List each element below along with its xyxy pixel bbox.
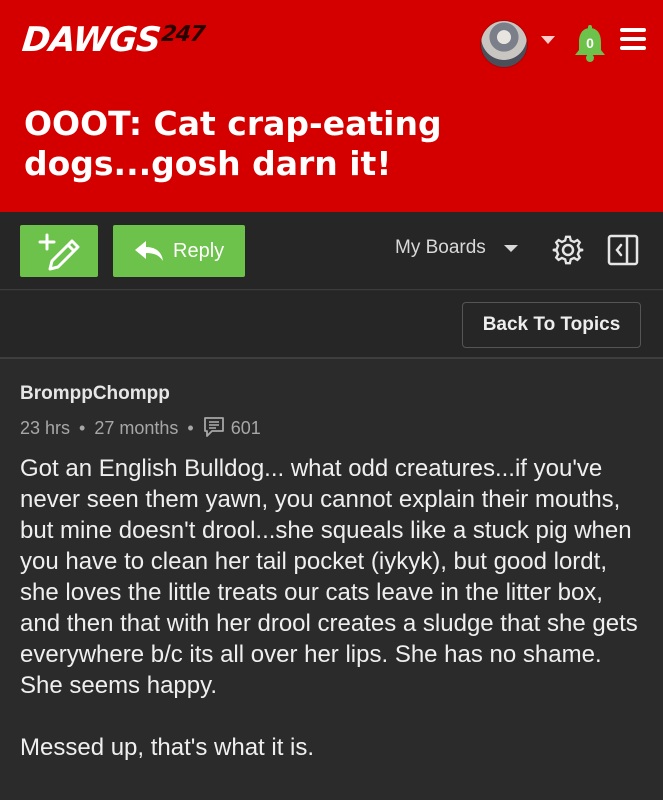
site-header: DAWGS247 0 OOOT: Cat crap-eating dogs...… [0, 0, 663, 212]
member-since: 27 months [94, 418, 179, 438]
topic-toolbar: Reply My Boards [0, 212, 663, 290]
my-boards-dropdown[interactable]: My Boards [395, 236, 486, 260]
site-logo[interactable]: DAWGS247 [20, 20, 206, 63]
pencil-plus-icon [38, 233, 80, 271]
reply-button[interactable]: Reply [113, 225, 245, 277]
post-author[interactable]: BromppChompp [20, 382, 170, 406]
post-meta: 23 hrs • 27 months • 601 [20, 416, 261, 440]
topic-subbar: Back To Topics [0, 291, 663, 359]
post-count-icon [203, 417, 224, 437]
forum-post: BromppChompp 23 hrs • 27 months • 601 Got a… [0, 361, 663, 800]
reply-arrow-icon [135, 241, 163, 261]
post-paragraph: Messed up, that's what it is. [20, 734, 315, 761]
notifications-bell-icon[interactable]: 0 [573, 25, 607, 63]
back-to-topics-button[interactable]: Back To Topics [462, 302, 641, 348]
logo-sup-text: 247 [160, 22, 206, 47]
user-avatar[interactable] [480, 20, 528, 68]
logo-main-text: DAWGS [20, 20, 162, 60]
new-topic-button[interactable] [20, 225, 98, 277]
chevron-down-icon[interactable] [504, 245, 518, 252]
account-dropdown-icon[interactable] [541, 36, 555, 44]
gear-icon[interactable] [552, 234, 584, 266]
post-count: 601 [230, 418, 261, 438]
topic-title: OOOT: Cat crap-eating dogs...gosh darn i… [24, 104, 442, 183]
post-paragraph: Got an English Bulldog... what odd creat… [20, 455, 638, 699]
notification-count: 0 [586, 35, 594, 51]
sidebar-collapse-icon[interactable] [607, 234, 639, 266]
hamburger-menu-icon[interactable] [620, 28, 646, 50]
reply-label: Reply [173, 240, 225, 262]
meta-separator: • [187, 418, 194, 438]
post-time: 23 hrs [20, 418, 71, 438]
meta-separator: • [79, 418, 86, 438]
post-body: Got an English Bulldog... what odd creat… [20, 453, 645, 794]
